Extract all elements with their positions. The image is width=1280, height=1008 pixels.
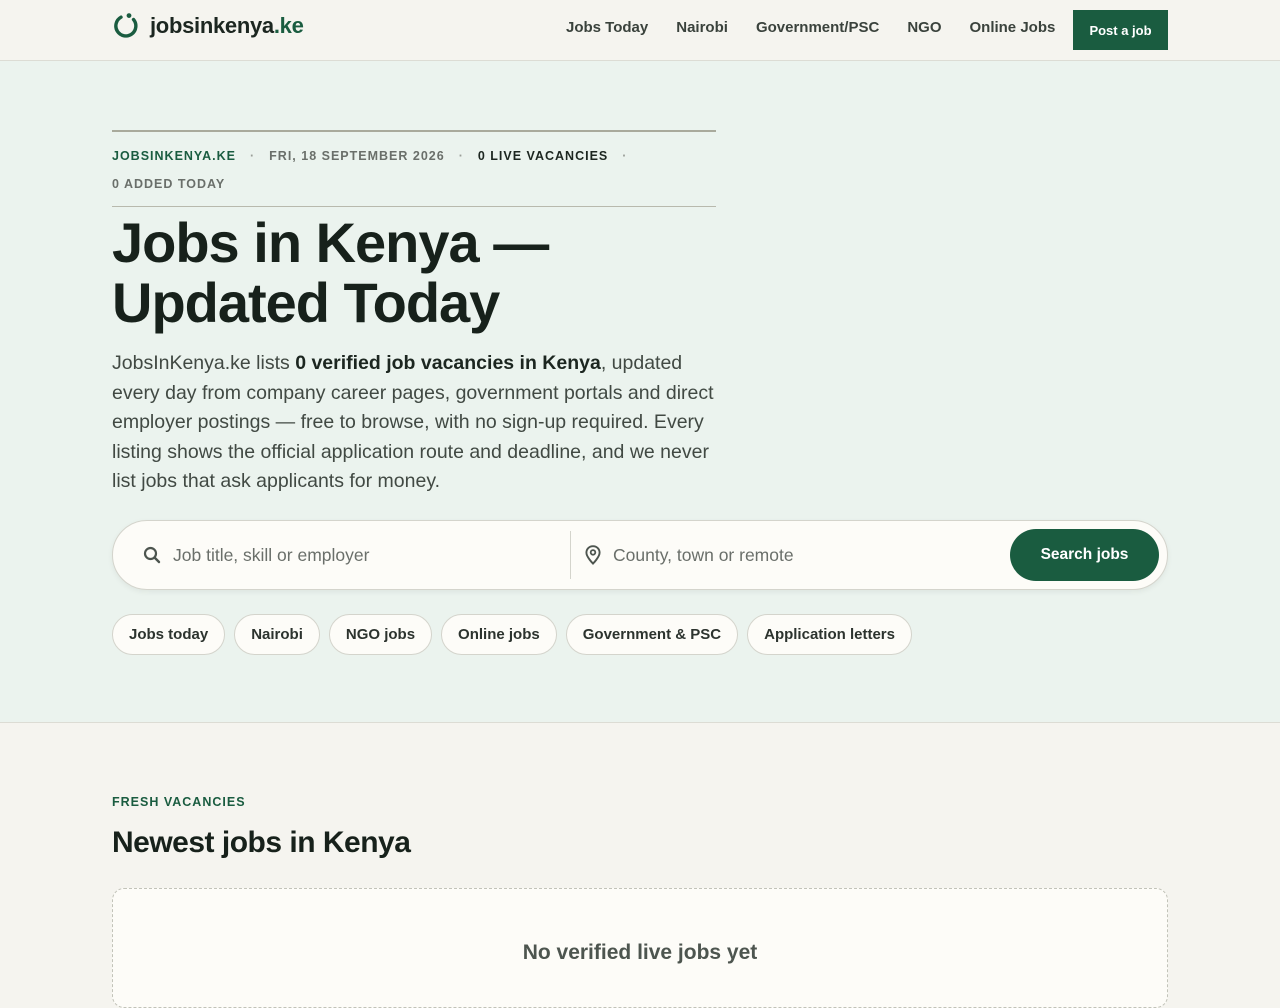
quick-links: Jobs today Nairobi NGO jobs Online jobs … bbox=[112, 614, 912, 655]
meta-separator: · bbox=[622, 149, 628, 163]
hero-intro: JobsInKenya.ke lists 0 verified job vaca… bbox=[112, 349, 716, 497]
job-search-bar: Search jobs bbox=[112, 520, 1168, 590]
chip-application-letters[interactable]: Application letters bbox=[747, 614, 912, 655]
section-title: Newest jobs in Kenya bbox=[112, 826, 411, 859]
search-icon bbox=[143, 546, 161, 564]
nav-government-psc[interactable]: Government/PSC bbox=[756, 19, 879, 36]
hero-section: JOBSINKENYA.KE · FRI, 18 SEPTEMBER 2026 · 0 … bbox=[0, 61, 1280, 723]
nav-online-jobs[interactable]: Online Jobs bbox=[969, 19, 1055, 36]
chip-ngo-jobs[interactable]: NGO jobs bbox=[328, 614, 433, 655]
search-jobs-button[interactable]: Search jobs bbox=[1010, 529, 1159, 581]
meta-live-count: 0 LIVE VACANCIES bbox=[477, 149, 609, 163]
meta-added-today: 0 ADDED TODAY bbox=[112, 177, 226, 191]
meta-separator: · bbox=[250, 149, 256, 163]
meta-brand: JOBSINKENYA.KE bbox=[112, 149, 236, 163]
chip-jobs-today[interactable]: Jobs today bbox=[112, 614, 226, 655]
post-job-button[interactable]: Post a job bbox=[1073, 10, 1168, 50]
meta-separator: · bbox=[458, 149, 464, 163]
logo-ring-icon bbox=[114, 13, 138, 38]
nav-nairobi[interactable]: Nairobi bbox=[676, 19, 728, 36]
query-field bbox=[143, 521, 563, 589]
intro-vacancy-count: 0 verified job vacancies in Kenya bbox=[295, 352, 601, 374]
location-input[interactable] bbox=[613, 544, 993, 566]
location-pin-icon bbox=[585, 545, 601, 565]
nav-ngo[interactable]: NGO bbox=[907, 19, 941, 36]
nav-jobs-today[interactable]: Jobs Today bbox=[566, 19, 648, 36]
page-title-line-1: Jobs in Kenya — bbox=[112, 211, 549, 274]
empty-jobs-card: No verified live jobs yet bbox=[112, 888, 1168, 1008]
chip-online-jobs[interactable]: Online jobs bbox=[441, 614, 557, 655]
top-header: jobsinkenya.ke Jobs Today Nairobi Govern… bbox=[0, 0, 1280, 61]
page-title: Jobs in Kenya — Updated Today bbox=[112, 213, 752, 333]
logo-text: jobsinkenya.ke bbox=[150, 13, 304, 39]
chip-government-psc[interactable]: Government & PSC bbox=[565, 614, 739, 655]
site-logo[interactable]: jobsinkenya.ke bbox=[112, 12, 304, 40]
search-divider bbox=[570, 531, 571, 579]
page-title-line-2: Updated Today bbox=[112, 271, 500, 334]
meta-date: FRI, 18 SEPTEMBER 2026 bbox=[269, 149, 445, 163]
hero-meta-bar: JOBSINKENYA.KE · FRI, 18 SEPTEMBER 2026 · 0 … bbox=[112, 130, 716, 207]
section-eyebrow: FRESH VACANCIES bbox=[112, 795, 246, 809]
logo-name: jobsinkenya bbox=[150, 13, 274, 38]
main-nav: Jobs Today Nairobi Government/PSC NGO On… bbox=[566, 19, 1055, 36]
chip-nairobi[interactable]: Nairobi bbox=[234, 614, 320, 655]
intro-text-start: JobsInKenya.ke lists bbox=[112, 352, 296, 374]
location-field bbox=[585, 521, 1005, 589]
logo-tld: .ke bbox=[273, 13, 304, 38]
empty-state-title: No verified live jobs yet bbox=[522, 941, 758, 964]
job-search-input[interactable] bbox=[173, 544, 553, 566]
